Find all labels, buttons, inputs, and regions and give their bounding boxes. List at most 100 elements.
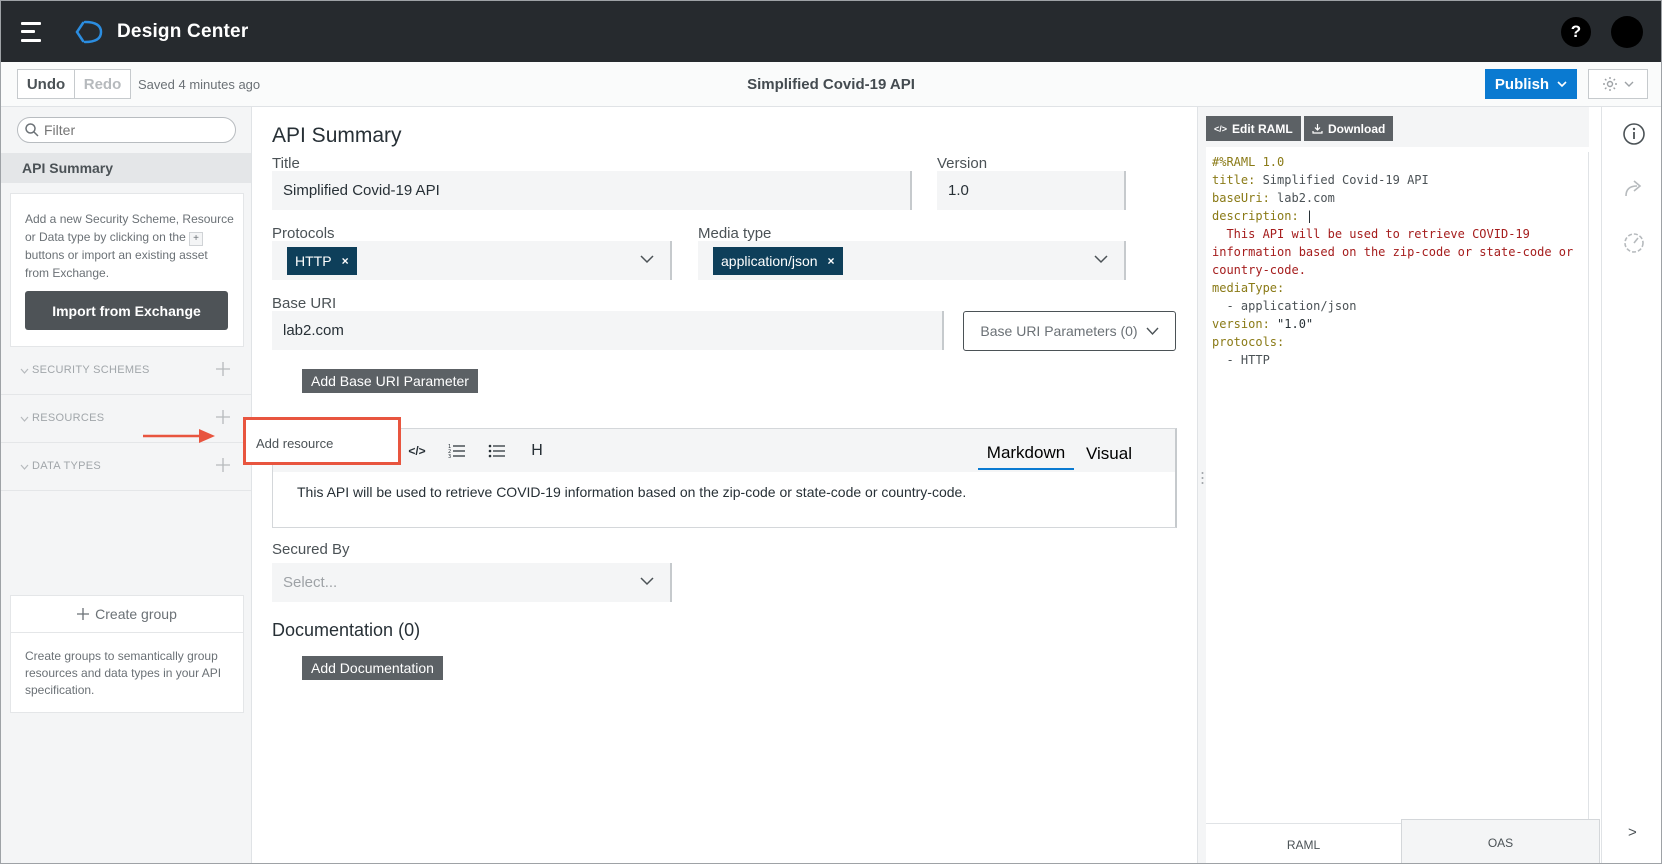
create-group-button[interactable]: Create group <box>11 596 243 633</box>
add-security-scheme-icon[interactable] <box>215 361 231 377</box>
add-documentation-button[interactable]: Add Documentation <box>302 656 443 680</box>
media-type-select[interactable]: application/json × <box>698 241 1126 280</box>
description-text[interactable]: This API will be used to retrieve COVID-… <box>297 484 966 500</box>
title-field[interactable]: Simplified Covid-19 API <box>272 171 912 210</box>
bullet-list-icon <box>488 444 505 458</box>
tab-markdown[interactable]: Markdown <box>978 437 1074 470</box>
code-line: information based on the zip-code or sta… <box>1212 245 1574 259</box>
code-value: lab2.com <box>1269 191 1335 205</box>
heading-button[interactable]: H <box>526 440 548 462</box>
edit-raml-label: Edit RAML <box>1232 121 1293 136</box>
download-button[interactable]: Download <box>1304 116 1394 141</box>
collapse-rail-button[interactable]: > <box>1628 824 1637 841</box>
group-card: Create group Create groups to semantical… <box>10 595 244 713</box>
code-line: - application/json <box>1212 299 1357 313</box>
raml-code[interactable]: #%RAML 1.0 title: Simplified Covid-19 AP… <box>1212 153 1573 369</box>
code-value: "1.0" <box>1269 317 1314 331</box>
chevron-down-icon <box>20 464 29 470</box>
code-key: description: <box>1212 209 1299 223</box>
base-uri-parameters-toggle[interactable]: Base URI Parameters (0) <box>963 311 1176 351</box>
menu-icon[interactable] <box>21 21 47 42</box>
section-label: DATA TYPES <box>32 460 102 472</box>
version-label: Version <box>937 155 988 172</box>
add-resource-icon[interactable] <box>215 409 231 425</box>
remove-chip-icon[interactable]: × <box>342 254 349 268</box>
raml-toolbar: </> Edit RAML Download <box>1206 107 1589 147</box>
ordered-list-icon: 1 2 3 <box>448 444 465 459</box>
top-bar: Design Center ? <box>1 1 1661 62</box>
editor-toolbar: B I ” </> 1 2 3 <box>273 429 1175 472</box>
add-resource-tooltip: Add resource <box>243 417 401 465</box>
app-window: Design Center ? Undo Redo Saved 4 minute… <box>0 0 1662 864</box>
redo-button[interactable]: Redo <box>75 69 131 99</box>
info-icon[interactable] <box>1622 122 1646 146</box>
settings-button[interactable] <box>1588 69 1648 99</box>
chevron-down-icon <box>640 577 654 586</box>
section-data-types[interactable]: DATA TYPES <box>1 443 251 491</box>
avatar[interactable] <box>1611 16 1643 48</box>
help-card: Add a new Security Scheme, Resource or D… <box>10 193 244 347</box>
section-label: SECURITY SCHEMES <box>32 364 150 376</box>
code-line: - HTTP <box>1212 353 1270 367</box>
tab-oas[interactable]: OAS <box>1401 819 1600 863</box>
edit-raml-button[interactable]: </> Edit RAML <box>1206 116 1301 141</box>
plus-icon <box>77 608 90 620</box>
protocols-select[interactable]: HTTP × <box>272 241 672 280</box>
bullet-list-button[interactable] <box>486 440 508 462</box>
code-key: baseUri: <box>1212 191 1270 205</box>
share-icon[interactable] <box>1622 177 1646 201</box>
sidebar-item-api-summary[interactable]: API Summary <box>1 153 251 183</box>
code-key: title: <box>1212 173 1256 187</box>
publish-button[interactable]: Publish <box>1485 69 1577 99</box>
documentation-heading: Documentation (0) <box>272 620 421 640</box>
remove-chip-icon[interactable]: × <box>828 254 835 268</box>
code-value: | <box>1298 209 1314 223</box>
drag-handle-icon <box>1201 472 1204 484</box>
code-key: mediaType: <box>1212 281 1285 295</box>
base-uri-label: Base URI <box>272 295 337 312</box>
page-title: API Summary <box>272 124 402 147</box>
undo-button[interactable]: Undo <box>17 69 75 99</box>
media-type-chip: application/json × <box>713 246 843 275</box>
chevron-down-icon <box>640 255 654 264</box>
code-line: This API will be used to retrieve COVID-… <box>1212 227 1530 241</box>
media-type-chip-label: application/json <box>721 252 818 269</box>
download-label: Download <box>1328 121 1386 136</box>
code-key: version: <box>1212 317 1270 331</box>
add-base-uri-parameter-button[interactable]: Add Base URI Parameter <box>302 369 478 393</box>
annotation-arrow-icon <box>143 429 215 443</box>
chevron-down-icon <box>1624 81 1634 87</box>
base-uri-field[interactable]: lab2.com <box>272 311 944 350</box>
protocol-chip-label: HTTP <box>295 252 332 269</box>
raml-panel: </> Edit RAML Download #%RAML 1.0 title:… <box>1206 107 1600 863</box>
code-button[interactable]: </> <box>406 440 428 462</box>
protocol-chip: HTTP × <box>287 246 357 275</box>
code-line: #%RAML 1.0 <box>1212 155 1285 169</box>
add-data-type-icon[interactable] <box>215 457 231 473</box>
main-content: API Summary Title Simplified Covid-19 AP… <box>252 107 1197 863</box>
group-help-text: Create groups to semantically group reso… <box>25 649 222 697</box>
scrollbar[interactable] <box>1588 152 1598 822</box>
protocols-label: Protocols <box>272 225 335 242</box>
ordered-list-button[interactable]: 1 2 3 <box>446 440 468 462</box>
search-icon <box>25 123 39 137</box>
title-label: Title <box>272 155 300 172</box>
tab-raml[interactable]: RAML <box>1206 824 1401 863</box>
section-label: RESOURCES <box>32 412 105 424</box>
publish-label: Publish <box>1494 75 1550 93</box>
chevron-down-icon <box>20 416 29 422</box>
tab-visual[interactable]: Visual <box>1074 437 1144 470</box>
import-from-exchange-button[interactable]: Import from Exchange <box>25 291 228 330</box>
svg-text:3: 3 <box>448 454 451 459</box>
download-icon <box>1312 124 1323 134</box>
secured-by-select[interactable]: Select... <box>272 563 672 602</box>
help-text-part: buttons or import an existing asset from… <box>25 248 208 280</box>
help-button[interactable]: ? <box>1561 17 1591 47</box>
section-security-schemes[interactable]: SECURITY SCHEMES <box>1 347 251 395</box>
secured-by-placeholder: Select... <box>283 574 338 591</box>
mocking-service-icon[interactable] <box>1622 231 1646 255</box>
panel-splitter[interactable] <box>1197 107 1206 863</box>
filter-input[interactable] <box>17 117 236 143</box>
saved-status: Saved 4 minutes ago <box>138 77 261 92</box>
version-field[interactable]: 1.0 <box>937 171 1126 210</box>
